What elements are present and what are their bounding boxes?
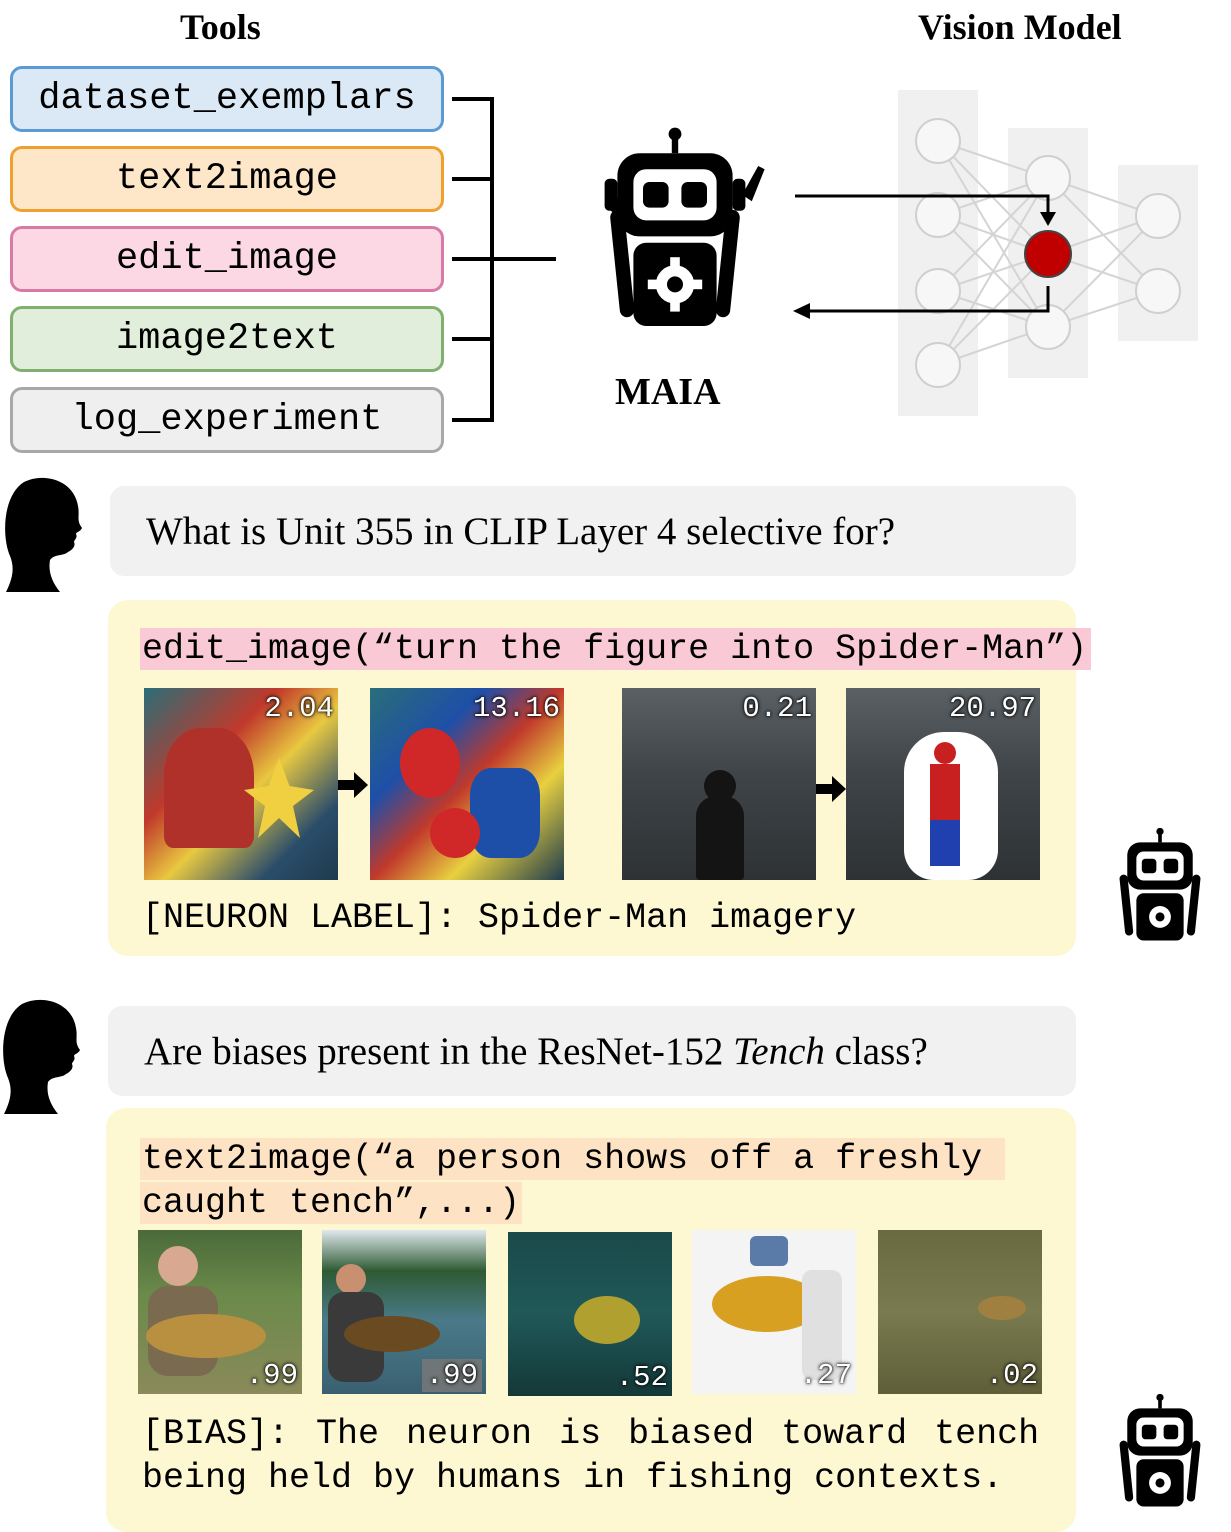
target-neuron xyxy=(1024,230,1072,278)
street-edited-image: 20.97 xyxy=(846,688,1040,880)
tool-call-2-line2: caught tench”,...) xyxy=(140,1182,523,1224)
arrow-icon xyxy=(816,776,846,802)
tench-image-2: .99 xyxy=(322,1230,486,1394)
human-head-icon xyxy=(3,999,80,1114)
score-label: .02 xyxy=(985,1359,1038,1392)
neural-network-icon xyxy=(898,90,1198,416)
score-label: .99 xyxy=(245,1359,298,1392)
score-label: .99 xyxy=(421,1359,482,1392)
robot-icon xyxy=(604,127,765,326)
tool-call-2-line1: text2image(“a person shows off a freshly xyxy=(140,1138,1006,1180)
score-label: 20.97 xyxy=(948,692,1036,725)
score-label: 2.04 xyxy=(264,692,334,725)
question-2-prefix: Are biases present in the ResNet-152 xyxy=(144,1029,734,1073)
question-2-suffix: class? xyxy=(824,1029,928,1073)
neuron-label-result: [NEURON LABEL]: Spider-Man imagery xyxy=(142,898,857,938)
question-2: Are biases present in the ResNet-152 Ten… xyxy=(108,1006,1076,1096)
tool-connector xyxy=(452,97,556,422)
human-head-icon xyxy=(5,477,82,592)
comic-edited-image: 13.16 xyxy=(370,688,564,880)
tench-image-3: .52 xyxy=(508,1232,672,1396)
arrow-icon xyxy=(338,772,368,798)
score-label: .52 xyxy=(615,1361,668,1394)
question-1: What is Unit 355 in CLIP Layer 4 selecti… xyxy=(110,486,1076,576)
score-label: 13.16 xyxy=(472,692,560,725)
bias-result-line1: [BIAS]: The neuron is biased toward tenc… xyxy=(142,1414,1040,1454)
score-label: 0.21 xyxy=(742,692,812,725)
bias-result-line2: being held by humans in fishing contexts… xyxy=(142,1458,1004,1498)
tench-image-1: .99 xyxy=(138,1230,302,1394)
question-2-class: Tench xyxy=(733,1029,825,1073)
comic-original-image: 2.04 xyxy=(144,688,338,880)
robot-icon xyxy=(1119,1393,1201,1507)
tench-image-5: .02 xyxy=(878,1230,1042,1394)
tench-image-4: .27 xyxy=(692,1230,856,1394)
street-original-image: 0.21 xyxy=(622,688,816,880)
maia-label: MAIA xyxy=(615,371,721,413)
robot-icon xyxy=(1119,827,1201,941)
tool-call-1: edit_image(“turn the figure into Spider-… xyxy=(140,628,1092,670)
score-label: .27 xyxy=(799,1359,852,1392)
